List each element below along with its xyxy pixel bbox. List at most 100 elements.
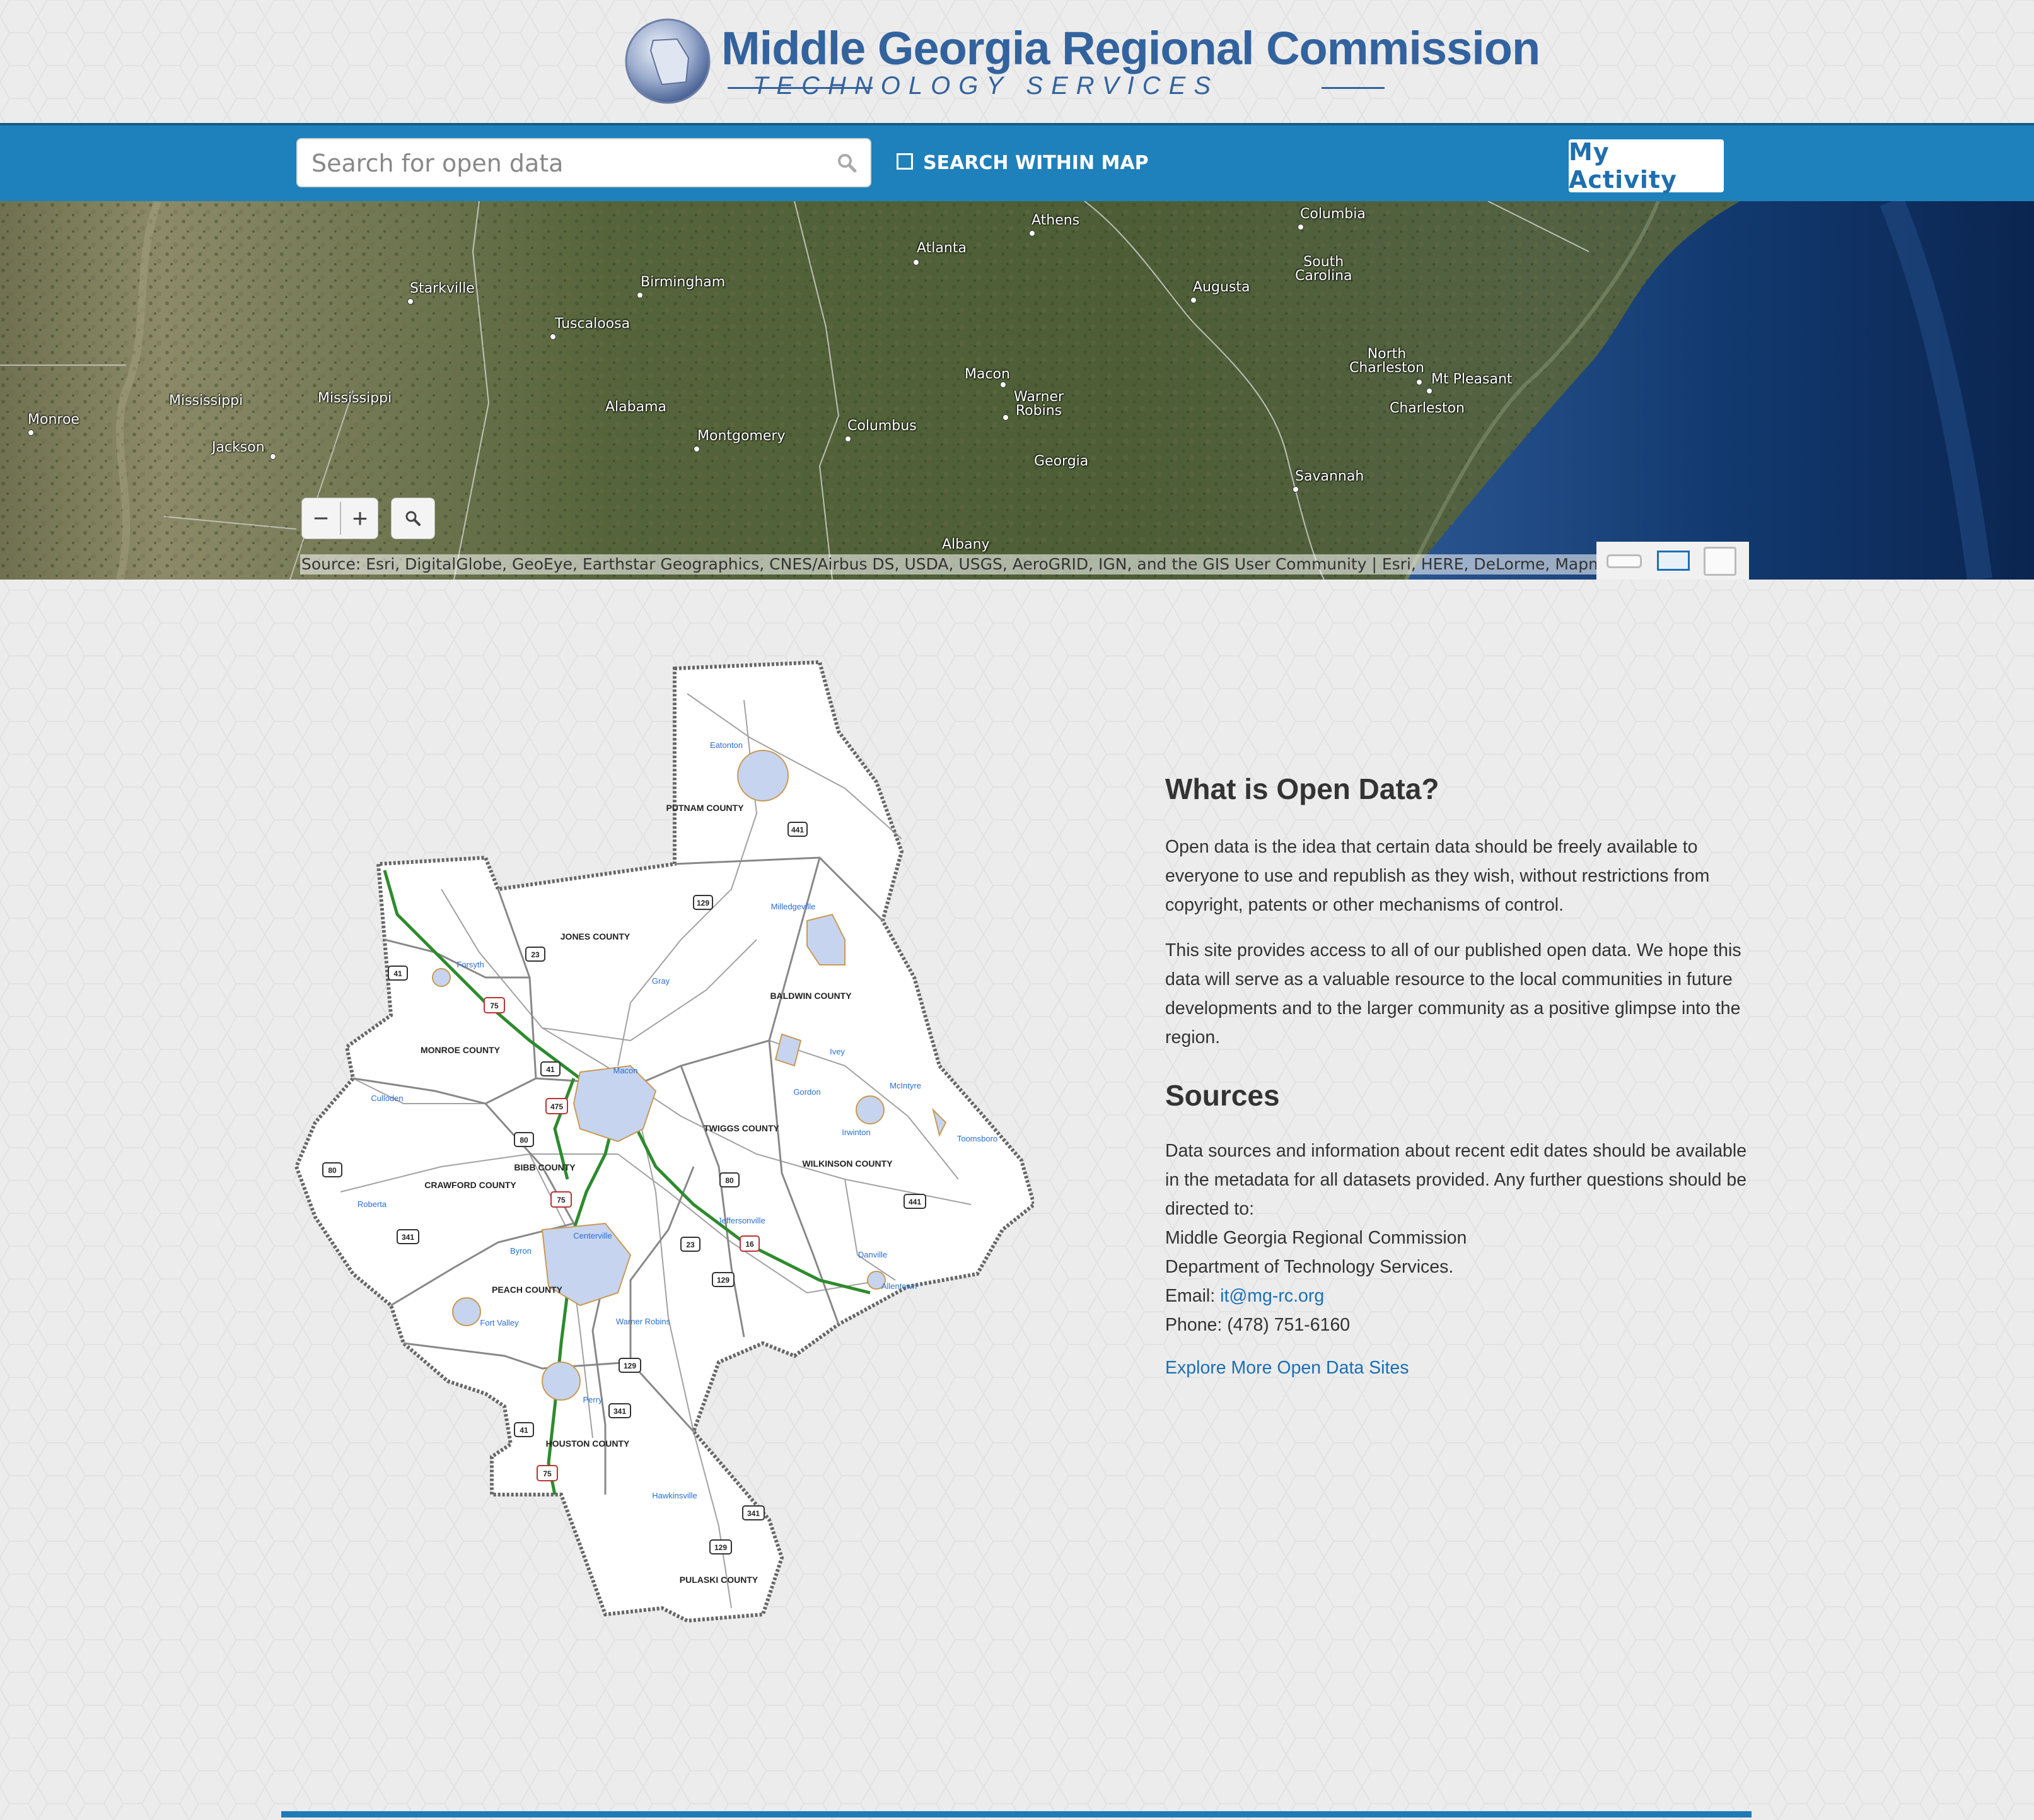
basemap-option-imagery[interactable] — [1657, 551, 1690, 571]
site-header: Middle Georgia Regional Commission TECHN… — [0, 0, 2034, 123]
satellite-map[interactable]: Athens Columbia Atlanta South Carolina St… — [0, 201, 2034, 580]
map-place-dot — [28, 429, 34, 436]
what-paragraph-2: This site provides access to all of our … — [1165, 940, 1741, 1047]
region-map-image: PUTNAM COUNTY JONES COUNTY BALDWIN COUNT… — [294, 660, 1034, 1623]
map-place-label: North Charleston — [1349, 346, 1424, 376]
route-shield-label: 75 — [557, 1196, 566, 1205]
map-place-dot — [1293, 486, 1299, 493]
basemap-option-topo[interactable] — [1704, 547, 1736, 576]
city-label: McIntyre — [890, 1081, 921, 1090]
route-shield-label: 341 — [613, 1407, 626, 1416]
my-activity-button[interactable]: My Activity — [1569, 138, 1724, 194]
route-shield-label: 129 — [717, 1276, 729, 1285]
search-bar: SEARCH WITHIN MAP My Activity — [0, 123, 2034, 201]
city-label: Fort Valley — [480, 1318, 519, 1327]
map-place-label: Monroe — [28, 412, 79, 428]
city-label: Eatonton — [710, 740, 743, 750]
org-name: Middle Georgia Regional Commission — [1165, 1228, 1467, 1248]
city-label: Byron — [510, 1246, 532, 1256]
county-label: PUTNAM COUNTY — [666, 803, 745, 813]
route-shield-label: 41 — [546, 1065, 555, 1074]
search-within-map-checkbox[interactable] — [897, 153, 913, 170]
route-shield-label: 75 — [543, 1469, 552, 1478]
map-place-label: Athens — [1032, 213, 1080, 228]
sources-paragraph: Data sources and information about recen… — [1165, 1141, 1747, 1219]
route-shield-label: 341 — [747, 1509, 760, 1518]
what-is-open-data-heading: What is Open Data? — [1165, 773, 1439, 805]
explore-more-link[interactable]: Explore More Open Data Sites — [1165, 1353, 1409, 1382]
county-label: MONROE COUNTY — [421, 1045, 501, 1055]
county-label: JONES COUNTY — [561, 931, 631, 942]
map-search-button[interactable] — [391, 498, 435, 539]
city-label: Macon — [613, 1066, 637, 1075]
georgia-globe-icon — [625, 18, 711, 104]
map-place-label: Starkville — [410, 281, 475, 296]
city-label: Culloden — [371, 1094, 403, 1103]
map-place-label: Atlanta — [917, 240, 967, 256]
city-label: Danville — [858, 1250, 887, 1259]
map-place-dot — [1426, 388, 1433, 394]
city-label: Allentown — [881, 1281, 917, 1291]
route-shield-label: 80 — [328, 1166, 337, 1175]
route-shield-label: 23 — [531, 950, 540, 959]
zoom-controls: − + — [301, 498, 378, 539]
city-label: Gordon — [793, 1087, 820, 1097]
city-label: Jeffersonville — [718, 1216, 765, 1225]
search-input[interactable] — [310, 146, 817, 181]
logo-title: Middle Georgia Regional Commission — [721, 22, 1540, 74]
route-shield-label: 341 — [402, 1233, 414, 1242]
route-shield-label: 41 — [393, 969, 402, 978]
map-place-dot — [694, 446, 700, 452]
zoom-in-button[interactable]: + — [341, 498, 379, 539]
search-icon[interactable] — [834, 149, 861, 177]
route-shield-label: 129 — [697, 899, 709, 907]
map-place-label: Macon — [965, 366, 1010, 382]
map-place-dot — [637, 292, 643, 298]
county-label: BALDWIN COUNTY — [770, 991, 852, 1001]
map-place-dot — [407, 298, 414, 305]
map-place-label: Birmingham — [641, 274, 726, 290]
map-place-label: Montgomery — [697, 428, 786, 444]
route-shield-label: 41 — [520, 1426, 528, 1435]
city-label: Hawkinsville — [652, 1491, 697, 1500]
county-label: WILKINSON COUNTY — [802, 1158, 893, 1169]
route-shield-label: 441 — [791, 825, 804, 834]
city-label: Irwinton — [842, 1128, 871, 1137]
route-shield-label: 441 — [909, 1198, 921, 1206]
mgrc-logo[interactable]: Middle Georgia Regional Commission TECHN… — [620, 14, 1540, 108]
search-box[interactable] — [296, 138, 871, 187]
county-label: PULASKI COUNTY — [680, 1575, 758, 1585]
zoom-out-button[interactable]: − — [302, 498, 340, 539]
basemap-switcher — [1596, 542, 1749, 580]
city-label: Warner Robins — [616, 1317, 671, 1326]
county-label: BIBB COUNTY — [514, 1162, 576, 1172]
city-label: Toomsboro — [957, 1134, 997, 1143]
department: Department of Technology Services. — [1165, 1257, 1454, 1277]
map-attribution: Source: Esri, DigitalGlobe, GeoEye, Eart… — [300, 554, 1596, 575]
email-link[interactable]: it@mg-rc.org — [1220, 1286, 1324, 1306]
map-place-label: Alabama — [605, 399, 667, 415]
map-place-label: Albany — [942, 537, 990, 552]
basemap-option-streets[interactable] — [1607, 554, 1642, 568]
map-place-label: Savannah — [1295, 469, 1364, 484]
route-shield-label: 475 — [550, 1102, 563, 1111]
route-shield-label: 75 — [490, 1001, 499, 1010]
county-label: CRAWFORD COUNTY — [424, 1180, 516, 1190]
city-label: Centerville — [573, 1231, 612, 1240]
magnifier-icon — [405, 511, 421, 526]
county-label: PEACH COUNTY — [492, 1285, 563, 1295]
route-shield-label: 129 — [714, 1543, 727, 1552]
map-place-label: Columbia — [1300, 206, 1366, 222]
city-label: Milledgeville — [771, 902, 816, 911]
route-shield-label: 129 — [624, 1362, 636, 1370]
email-line: Email: it@mg-rc.org — [1165, 1281, 1324, 1310]
map-place-dot — [913, 259, 919, 265]
map-place-label: Mississippi — [169, 393, 243, 409]
map-place-dot — [1298, 224, 1304, 230]
map-place-dot — [845, 436, 851, 442]
search-within-map-label[interactable]: SEARCH WITHIN MAP — [923, 152, 1149, 174]
map-place-dot — [1190, 297, 1197, 303]
sources-heading: Sources — [1165, 1079, 1280, 1112]
route-shield-label: 80 — [725, 1176, 734, 1185]
city-label: Gray — [652, 976, 670, 986]
